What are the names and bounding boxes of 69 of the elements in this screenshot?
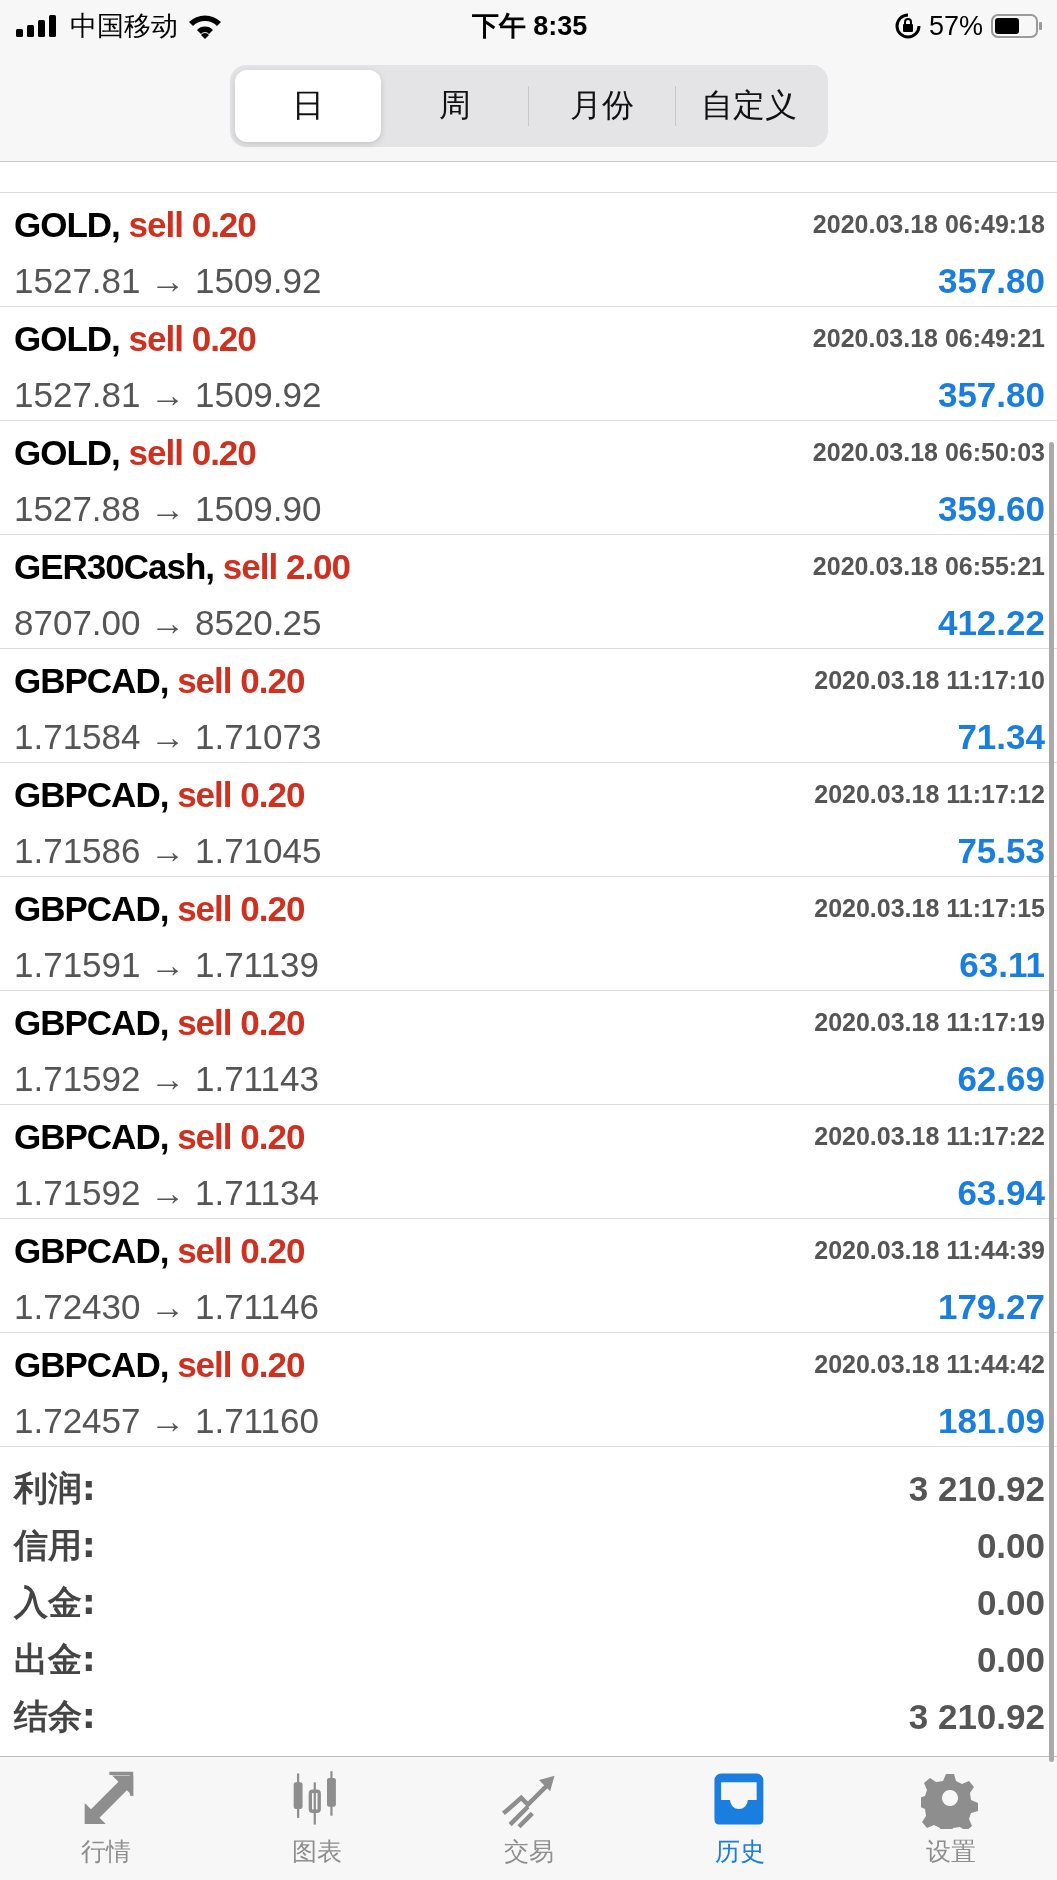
deal-time: 2020.03.18 06:49:21: [812, 324, 1045, 353]
period-tab[interactable]: 自定义: [676, 69, 823, 142]
summary-label: 入金:: [14, 1581, 96, 1624]
summary-value: 0.00: [976, 1640, 1045, 1680]
deal-profit: 63.94: [957, 1172, 1045, 1213]
period-tab[interactable]: 日: [234, 69, 381, 142]
deal-symbol: GBPCAD, sell 0.20: [14, 660, 305, 701]
summary-label: 利润:: [14, 1467, 96, 1510]
summary-value: 0.00: [976, 1583, 1045, 1623]
deal-profit: 412.22: [937, 602, 1045, 643]
deal-time: 2020.03.18 06:50:03: [812, 438, 1045, 467]
deal-symbol: GBPCAD, sell 0.20: [14, 888, 305, 929]
period-tab[interactable]: 周: [381, 69, 528, 142]
deal-time: 2020.03.18 11:17:15: [814, 894, 1045, 923]
deal-symbol: GOLD, sell 0.20: [14, 432, 256, 473]
deal-profit: 71.34: [957, 716, 1045, 757]
rotation-lock-icon: [894, 13, 921, 40]
summary-value: 3 210.92: [908, 1697, 1045, 1737]
deal-profit: 357.80: [937, 374, 1045, 415]
deal-time: 2020.03.18 11:44:42: [814, 1350, 1045, 1379]
deal-prices: 1527.81 → 1509.92: [14, 374, 322, 415]
deal-symbol: GBPCAD, sell 0.20: [14, 1116, 305, 1157]
wifi-icon: [188, 13, 222, 39]
deal-prices: 1.71586 → 1.71045: [14, 830, 322, 871]
deal-symbol: GBPCAD, sell 0.20: [14, 1002, 305, 1043]
deal-profit: 179.27: [937, 1286, 1045, 1327]
summary-label: 信用:: [14, 1524, 96, 1567]
deal-prices: 1527.81 → 1509.92: [14, 260, 322, 301]
tab-bar-item[interactable]: 设置: [845, 1756, 1057, 1880]
deal-symbol: GOLD, sell 0.20: [14, 318, 256, 359]
deal-time: 2020.03.18 11:17:19: [814, 1008, 1045, 1037]
tab-bar-item[interactable]: 交易: [422, 1756, 635, 1880]
deal-profit: 63.11: [959, 944, 1045, 985]
clock-time: 下午 8:35: [470, 10, 589, 44]
deal-prices: 1.72430 → 1.71146: [14, 1286, 319, 1327]
deal-prices: 1.71592 → 1.71143: [14, 1058, 319, 1099]
deal-time: 2020.03.18 11:17:12: [814, 780, 1045, 809]
tab-bar-item[interactable]: 行情: [0, 1756, 212, 1880]
deal-profit: 357.80: [937, 260, 1045, 301]
deal-profit: 62.69: [957, 1058, 1045, 1099]
deal-profit: 359.60: [937, 488, 1045, 529]
deal-time: 2020.03.18 11:44:39: [814, 1236, 1045, 1265]
summary-label: 结余:: [14, 1695, 96, 1738]
battery-percent: 57%: [928, 10, 983, 42]
tab-bar-item[interactable]: 图表: [211, 1756, 423, 1880]
deal-profit: 181.09: [937, 1400, 1045, 1441]
battery-icon: [991, 14, 1043, 39]
deal-symbol: GBPCAD, sell 0.20: [14, 1230, 305, 1271]
deal-prices: 1.71591 → 1.71139: [14, 944, 319, 985]
deal-symbol: GER30Cash, sell 2.00: [14, 546, 351, 587]
deal-prices: 1527.88 → 1509.90: [14, 488, 322, 529]
tab-bar-item[interactable]: 历史: [634, 1756, 846, 1880]
deal-prices: 1.72457 → 1.71160: [14, 1400, 319, 1441]
deal-time: 2020.03.18 11:17:22: [814, 1122, 1045, 1151]
deal-prices: 1.71592 → 1.71134: [14, 1172, 319, 1213]
deal-prices: 1.71584 → 1.71073: [14, 716, 322, 757]
deal-profit: 75.53: [957, 830, 1045, 871]
deal-prices: 8707.00 → 8520.25: [14, 602, 322, 643]
deal-time: 2020.03.18 11:17:10: [814, 666, 1045, 695]
deal-symbol: GOLD, sell 0.20: [14, 204, 256, 245]
summary-label: 出金:: [14, 1638, 96, 1681]
carrier-name: 中国移动: [70, 10, 178, 44]
summary-value: 3 210.92: [908, 1469, 1045, 1509]
period-tab[interactable]: 月份: [529, 69, 676, 142]
deal-time: 2020.03.18 06:55:21: [812, 552, 1045, 581]
summary-value: 0.00: [976, 1526, 1045, 1566]
deal-time: 2020.03.18 06:49:18: [812, 210, 1045, 239]
deal-symbol: GBPCAD, sell 0.20: [14, 1344, 305, 1385]
deal-symbol: GBPCAD, sell 0.20: [14, 774, 305, 815]
